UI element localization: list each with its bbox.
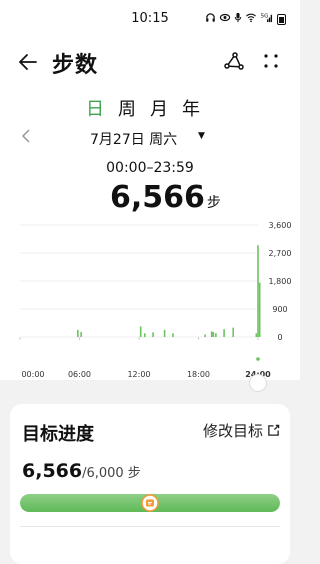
wifi-icon (245, 12, 257, 27)
caret-down-icon[interactable]: ▼ (198, 131, 205, 141)
chart-bar (215, 333, 217, 337)
status-bar: 10:15 5G (0, 0, 300, 40)
app-bar: 步数 (0, 40, 300, 84)
chart-bar (258, 282, 261, 337)
network-label: 5G (261, 14, 269, 20)
share-icon (224, 52, 244, 70)
date-selector: 7月27日 周六 ▼ (0, 128, 300, 150)
chart-bar (152, 332, 154, 337)
chart-bar (204, 334, 206, 337)
period-tabs: 日 周 月 年 (84, 95, 202, 121)
share-button[interactable] (223, 50, 245, 72)
mic-icon (234, 12, 242, 27)
y-tick-label: 900 (272, 305, 287, 314)
back-button[interactable] (14, 48, 42, 76)
tab-week[interactable]: 周 (116, 95, 138, 121)
more-dots-icon (264, 54, 278, 68)
chart-bar (172, 333, 174, 337)
current-time-dot (256, 357, 260, 361)
external-edit-icon (268, 424, 280, 436)
goal-progress-text: 6,566/6,000 步 (22, 460, 141, 482)
steps-chart[interactable]: 3,6002,7001,800900000:0006:0012:0018:002… (0, 215, 300, 385)
goal-target: /6,000 (82, 466, 124, 481)
x-tick-label: 18:00 (187, 370, 210, 379)
goal-card: 目标进度 修改目标 6,566/6,000 步 (10, 404, 290, 564)
y-tick-label: 3,600 (269, 221, 292, 230)
headphones-icon (205, 12, 216, 27)
chart-bar (139, 326, 142, 337)
steps-unit: 步 (206, 195, 221, 211)
battery-icon (277, 14, 286, 25)
goal-current: 6,566 (22, 460, 83, 482)
tab-year[interactable]: 年 (180, 95, 202, 121)
chevron-left-icon (21, 129, 30, 143)
chart-bar (143, 333, 146, 337)
goal-flag-icon (141, 494, 159, 512)
prev-day-button[interactable] (20, 128, 32, 149)
goal-card-title: 目标进度 (22, 424, 94, 445)
date-label[interactable]: 7月27日 周六 (90, 129, 177, 149)
chart-bar (232, 327, 235, 337)
card-divider (20, 526, 280, 527)
steps-summary: 6,566 步 (110, 180, 221, 215)
steps-value: 6,566 (110, 180, 205, 215)
chart-bar (77, 329, 79, 337)
y-tick-label: 1,800 (269, 277, 292, 286)
chart-bar (210, 331, 213, 337)
time-range: 00:00–23:59 (106, 160, 194, 176)
tab-day[interactable]: 日 (84, 95, 106, 121)
edit-goal-label: 修改目标 (202, 422, 263, 440)
chart-bar (257, 245, 259, 337)
status-icons: 5G (205, 12, 286, 27)
x-tick-label: 00:00 (21, 370, 44, 379)
goal-unit: 步 (127, 466, 141, 481)
chart-bar (80, 332, 82, 337)
chart-bar (212, 332, 215, 337)
signal-5g-icon: 5G (260, 12, 274, 27)
chart-bar (223, 329, 225, 337)
arrow-left-icon (19, 54, 37, 70)
y-tick-label: 2,700 (269, 249, 292, 258)
x-tick-label: 12:00 (127, 370, 150, 379)
y-tick-label: 0 (277, 333, 282, 342)
tab-month[interactable]: 月 (148, 95, 170, 121)
chart-bar (163, 329, 166, 337)
chart-bar (255, 333, 258, 337)
edit-goal-button[interactable]: 修改目标 (203, 420, 280, 441)
page-title: 步数 (52, 53, 99, 78)
chart-svg: 3,6002,7001,800900000:0006:0012:0018:002… (19, 221, 292, 379)
eye-icon (219, 12, 231, 27)
chart-scrubber-handle[interactable] (249, 374, 267, 392)
x-tick-label: 06:00 (68, 370, 91, 379)
more-button[interactable] (260, 50, 282, 72)
